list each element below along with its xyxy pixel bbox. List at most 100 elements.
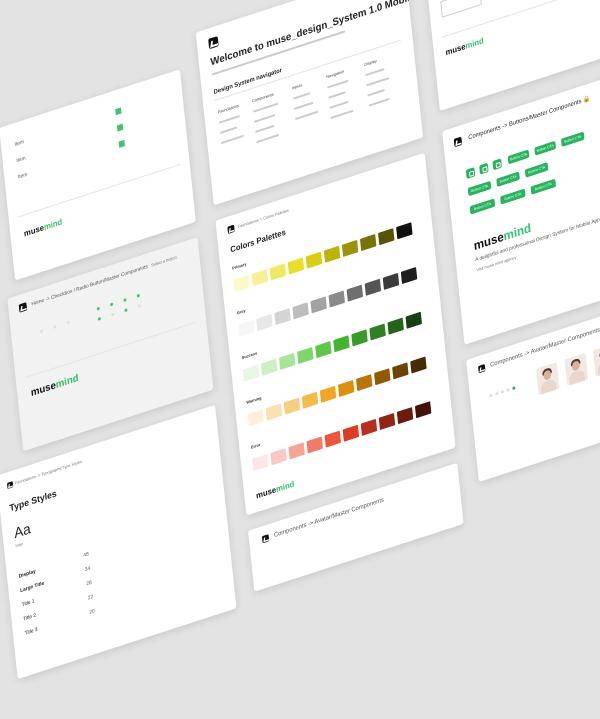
color-swatch bbox=[378, 228, 395, 246]
brand-wordmark: musemind bbox=[255, 479, 295, 501]
cta-button[interactable]: Button CTA bbox=[469, 198, 496, 215]
color-swatch bbox=[274, 308, 291, 326]
color-swatch bbox=[346, 284, 364, 302]
color-swatch bbox=[305, 251, 323, 269]
palette-group-label: Success bbox=[241, 350, 258, 361]
palette-group-label: Error bbox=[250, 441, 261, 450]
breadcrumb: Components -> Avatar/Master Components bbox=[273, 497, 385, 540]
breadcrumb: Home -> Checkbox / Radio Button/Master C… bbox=[31, 263, 149, 308]
type-row-label: Display bbox=[18, 568, 37, 580]
color-swatch bbox=[279, 352, 296, 370]
type-row-label: Title 1 bbox=[21, 598, 35, 609]
cta-button[interactable]: Button CTA bbox=[500, 188, 526, 205]
color-swatch bbox=[324, 430, 342, 448]
color-swatch bbox=[396, 407, 414, 425]
type-row-label: Title 3 bbox=[24, 626, 38, 637]
avatar bbox=[564, 352, 589, 387]
design-system-collage: Item Item Item musemind Welcome to muse_… bbox=[0, 0, 600, 719]
color-swatch bbox=[342, 424, 360, 442]
color-swatch bbox=[378, 412, 396, 431]
cta-button[interactable]: Button CTA bbox=[496, 171, 520, 187]
color-swatch bbox=[260, 358, 278, 376]
color-swatch bbox=[396, 222, 413, 240]
color-swatch bbox=[252, 454, 269, 472]
cta-button[interactable]: Button CTA bbox=[507, 149, 530, 165]
brand-wordmark: musemind bbox=[445, 35, 485, 58]
logo-check-icon bbox=[18, 302, 28, 313]
logo-check-icon bbox=[6, 481, 14, 490]
color-swatch bbox=[355, 374, 373, 392]
brand-wordmark: musemind bbox=[30, 372, 80, 400]
type-row-label: Large Title bbox=[19, 580, 45, 595]
colors-palette-card: Foundations > Colors Palettes Colors Pal… bbox=[215, 152, 456, 516]
page-title: Type Styles bbox=[9, 488, 58, 514]
palette-group-label: Warning bbox=[246, 395, 262, 406]
color-swatch bbox=[382, 272, 400, 290]
avatar bbox=[535, 362, 560, 396]
brand-wordmark: musemind bbox=[23, 217, 63, 239]
logo-check-icon bbox=[453, 136, 463, 148]
color-swatch bbox=[238, 319, 255, 337]
color-swatch bbox=[306, 436, 323, 454]
color-swatch bbox=[341, 239, 359, 257]
color-swatch bbox=[387, 317, 404, 335]
color-swatch bbox=[414, 401, 432, 419]
color-swatch bbox=[297, 346, 314, 365]
color-swatch bbox=[351, 329, 368, 347]
logo-check-icon bbox=[261, 534, 270, 544]
color-swatch bbox=[360, 418, 378, 436]
color-swatch bbox=[369, 323, 386, 341]
color-swatch bbox=[269, 263, 287, 281]
color-swatch bbox=[256, 313, 273, 332]
welcome-title: Welcome to muse_design_System 1.0 Mobile bbox=[210, 0, 416, 69]
color-swatch bbox=[310, 296, 327, 314]
breadcrumb: Foundations > Colors Palettes bbox=[237, 207, 290, 230]
cta-button[interactable]: Button CTA bbox=[524, 162, 549, 178]
palette-group-label: Primary bbox=[231, 261, 247, 271]
font-name: Inter bbox=[15, 540, 24, 549]
icon-button[interactable] bbox=[479, 162, 489, 175]
avatar bbox=[592, 343, 600, 377]
color-swatch bbox=[400, 266, 418, 285]
color-swatch bbox=[287, 257, 305, 275]
color-swatch bbox=[315, 341, 332, 359]
cta-button[interactable]: Button CTA bbox=[534, 140, 557, 156]
color-swatch bbox=[392, 362, 409, 380]
buttons-card: Components -> Buttons/Master Components … bbox=[442, 69, 600, 345]
text-area[interactable] bbox=[440, 0, 482, 18]
color-swatch bbox=[410, 356, 427, 374]
cta-button[interactable]: Button CTA bbox=[467, 180, 492, 197]
icon-button[interactable] bbox=[492, 158, 502, 171]
type-sample: Aa bbox=[13, 519, 32, 542]
cta-button[interactable]: Button CTA bbox=[530, 178, 557, 195]
color-swatch bbox=[251, 269, 269, 287]
color-swatch bbox=[405, 311, 422, 329]
logo-check-icon bbox=[478, 363, 486, 374]
type-row-label: Title 2 bbox=[22, 612, 37, 623]
color-swatch bbox=[301, 391, 319, 409]
color-swatch bbox=[270, 448, 287, 466]
select-button-link[interactable]: Select a button bbox=[151, 254, 177, 267]
color-swatch bbox=[333, 335, 350, 353]
cta-button[interactable]: Button CTA bbox=[560, 131, 585, 148]
color-swatch bbox=[328, 290, 346, 308]
color-swatch bbox=[247, 409, 265, 427]
color-swatch bbox=[283, 397, 301, 415]
color-swatch bbox=[288, 442, 305, 460]
color-swatch bbox=[233, 275, 250, 293]
color-swatch bbox=[364, 278, 382, 296]
icon-button[interactable] bbox=[465, 167, 476, 179]
breadcrumb: Foundations -> Typography/Type Styles bbox=[14, 458, 83, 486]
logo-check-icon bbox=[227, 224, 235, 234]
color-swatch bbox=[337, 379, 355, 398]
color-swatch bbox=[292, 302, 309, 320]
page-title: Colors Palettes bbox=[229, 227, 287, 255]
color-swatch bbox=[242, 364, 260, 382]
color-swatch bbox=[319, 385, 337, 403]
color-swatch bbox=[359, 233, 377, 252]
palette-group-label: Grey bbox=[236, 307, 246, 316]
color-swatch bbox=[265, 403, 283, 421]
logo-check-icon bbox=[208, 35, 219, 50]
color-swatch bbox=[374, 368, 391, 386]
color-swatch bbox=[323, 245, 341, 263]
